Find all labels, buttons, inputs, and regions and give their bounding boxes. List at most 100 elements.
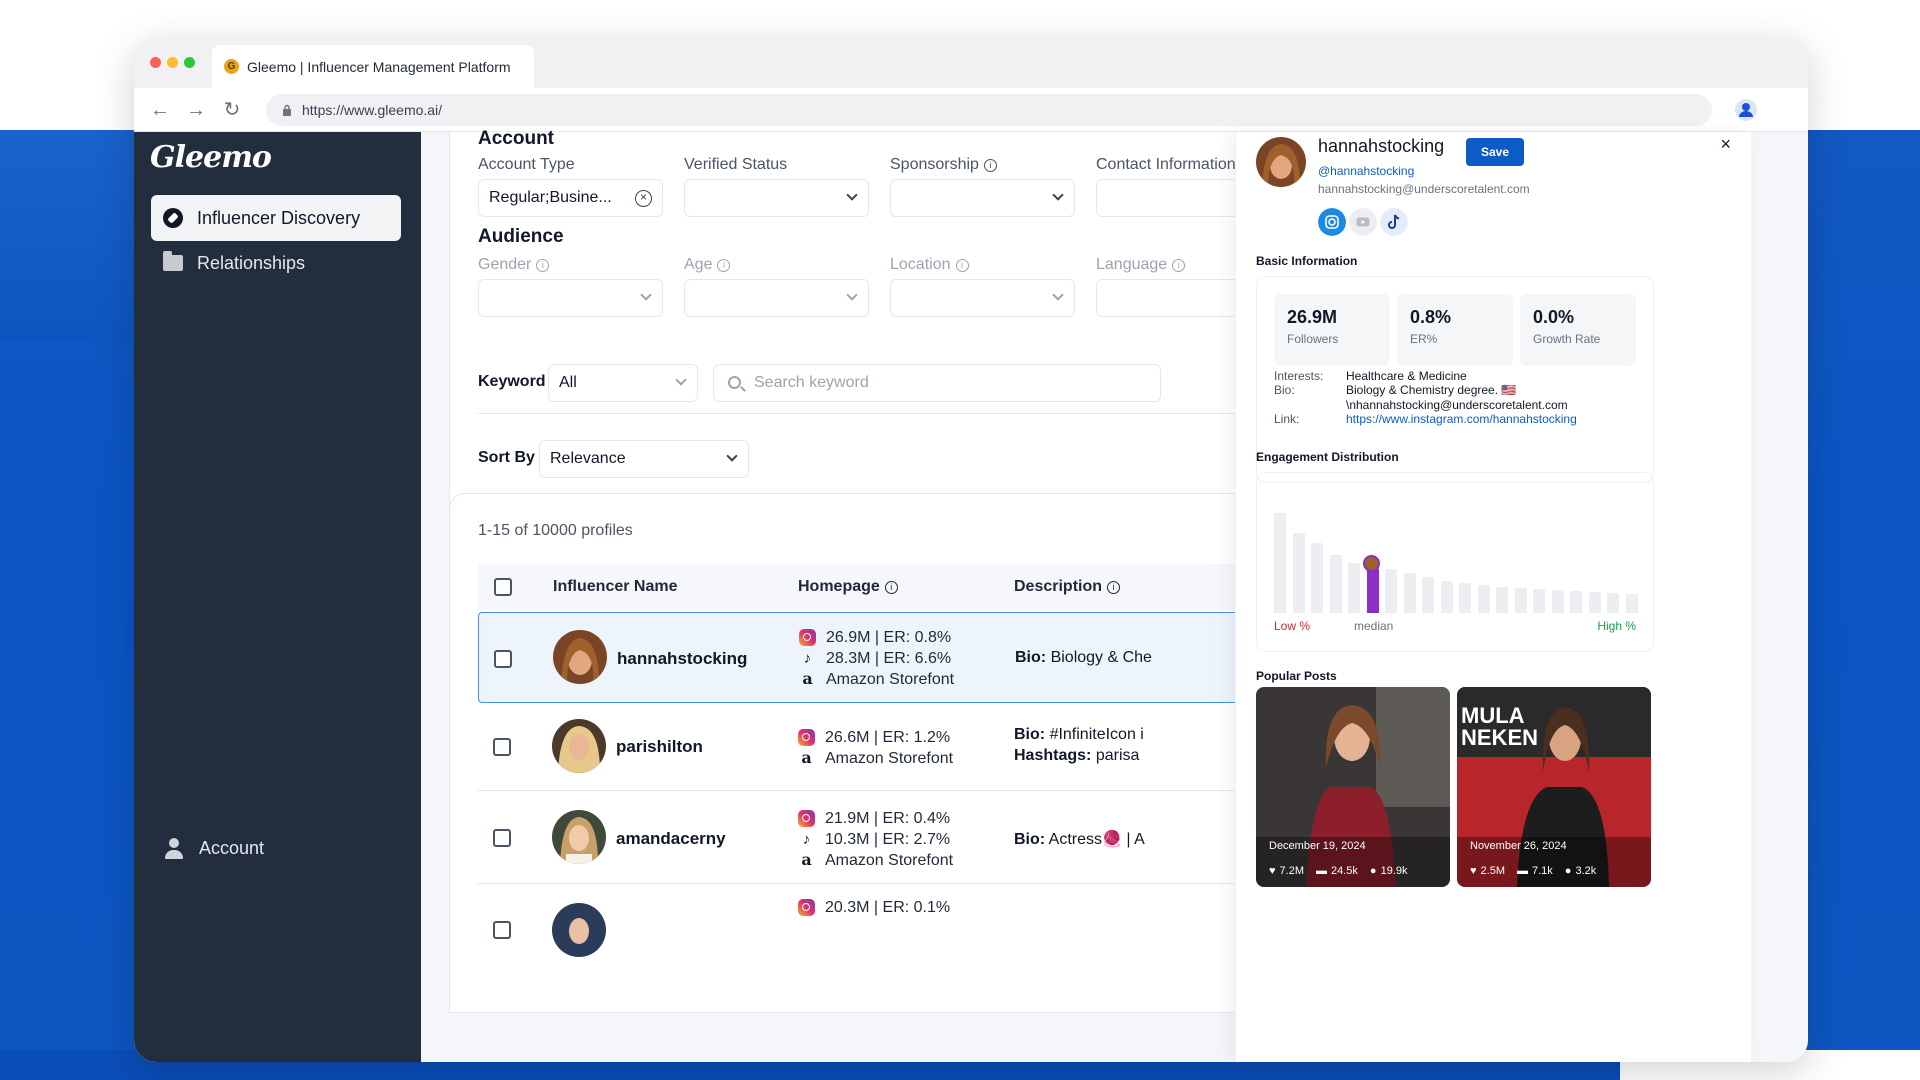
column-header-homepage[interactable]: Homepage i [798,578,898,596]
stat-er: 0.8% ER% [1397,294,1513,366]
sidebar-item-relationships[interactable]: Relationships [151,240,401,286]
search-icon [728,376,741,389]
chevron-down-icon [675,374,687,386]
minimize-window-button[interactable] [167,57,178,68]
instagram-icon[interactable] [798,810,815,827]
influencer-name[interactable]: amandacerny [616,829,726,849]
tiktok-icon[interactable] [1380,208,1408,236]
instagram-icon[interactable] [798,729,815,746]
sidebar-item-influencer-discovery[interactable]: Influencer Discovery [151,195,401,241]
browser-profile-icon[interactable] [1734,98,1758,122]
engagement-bar [1588,592,1601,613]
sponsorship-select[interactable] [890,179,1075,217]
row-description: Bio: #InfiniteIcon i [1014,726,1144,743]
browser-tab[interactable]: G Gleemo | Influencer Management Platfor… [212,45,534,88]
shares-stat: ● 19.9k [1369,865,1408,877]
info-icon[interactable]: i [717,258,731,272]
reload-icon[interactable]: ↻ [220,98,244,122]
row-checkbox[interactable] [494,650,512,668]
navigation-bar: ← → ↻ https://www.gleemo.ai/ [134,88,1808,132]
row-hashtags: Hashtags: parisa [1014,747,1140,764]
engagement-bar [1477,585,1490,613]
instagram-metric: 20.3M | ER: 0.1% [798,895,950,920]
post-date: November 26, 2024 [1470,840,1567,852]
table-row[interactable]: parishilton 26.6M | ER: 1.2% a Amazon Sto… [478,704,1350,791]
keyword-search-input[interactable]: Search keyword [713,364,1161,402]
engagement-bar [1459,583,1471,613]
sort-by-value: Relevance [550,450,626,467]
profile-handle[interactable]: @hannahstocking [1318,164,1414,178]
contact-information-label: Contact Informationi [1096,156,1254,174]
location-select[interactable] [890,279,1075,317]
shares-stat: ● 3.2k [1564,865,1597,877]
basic-information-title: Basic Information [1256,254,1358,268]
column-header-description[interactable]: Description i [1014,578,1121,596]
tiktok-icon[interactable]: ♪ [799,650,816,667]
select-all-checkbox[interactable] [494,578,512,596]
amazon-icon[interactable]: a [798,750,815,767]
instagram-icon[interactable] [798,899,815,916]
app-logo[interactable]: Gleemo [150,140,272,175]
tab-bar: G Gleemo | Influencer Management Platfor… [134,37,1808,88]
profile-link[interactable]: https://www.instagram.com/hannahstocking [1346,412,1577,426]
url-text: https://www.gleemo.ai/ [302,102,443,118]
maximize-window-button[interactable] [184,57,195,68]
median-label: median [1354,619,1394,633]
post-date: December 19, 2024 [1269,840,1366,852]
share-icon: ● [1369,865,1377,877]
keyword-scope-select[interactable]: All [548,364,698,402]
profile-username: hannahstocking [1318,136,1445,156]
amazon-icon[interactable]: a [798,852,815,869]
amazon-icon[interactable]: a [799,671,816,688]
influencer-name[interactable]: hannahstocking [617,649,747,669]
table-row[interactable]: 20.3M | ER: 0.1% [478,885,1350,957]
close-icon[interactable]: × [1720,134,1731,155]
results-count: 1-15 of 10000 profiles [478,522,633,539]
engagement-bar [1329,555,1342,613]
engagement-bar [1551,590,1564,613]
table-header: Influencer Name Homepage i Description i [478,564,1350,610]
tiktok-icon[interactable]: ♪ [798,831,815,848]
chevron-down-icon [1052,289,1064,301]
keyword-label: Keyword [478,373,546,390]
table-row[interactable]: hannahstocking 26.9M | ER: 0.8% ♪ 28.3M |… [478,612,1350,703]
save-button[interactable]: Save [1466,138,1524,166]
sidebar-item-label: Relationships [197,252,306,273]
age-select[interactable] [684,279,869,317]
info-icon[interactable]: i [1172,258,1186,272]
engagement-bar [1422,577,1434,613]
info-icon[interactable]: i [983,158,997,172]
info-icon[interactable]: i [884,580,898,594]
row-checkbox[interactable] [493,738,511,756]
post-image: MULA NEKEN [1457,687,1651,887]
row-description: Bio: Biology & Che [1015,649,1152,666]
youtube-icon[interactable] [1349,208,1377,236]
close-window-button[interactable] [150,57,161,68]
row-checkbox[interactable] [493,829,511,847]
sidebar-item-label: Influencer Discovery [197,207,361,228]
influencer-name[interactable]: parishilton [616,737,703,757]
account-type-select[interactable]: Regular;Busine... × [478,179,663,217]
avatar [553,630,607,684]
info-icon[interactable]: i [955,258,969,272]
popular-post[interactable]: MULA NEKEN November 26, 2024 ♥ 2.5M ▬ 7.1k… [1457,687,1651,887]
info-icon[interactable]: i [1107,580,1121,594]
row-checkbox[interactable] [493,921,511,939]
instagram-icon[interactable] [1318,208,1346,236]
avatar [552,903,606,957]
popular-post[interactable]: December 19, 2024 ♥ 7.2M ▬ 24.5k ● 19.9k [1256,687,1450,887]
sidebar-item-account[interactable]: Account [151,825,401,871]
column-header-name[interactable]: Influencer Name [553,578,677,596]
address-bar[interactable]: https://www.gleemo.ai/ [266,94,1712,126]
profile-avatar [1256,137,1306,187]
info-icon[interactable]: i [536,258,550,272]
back-arrow-icon[interactable]: ← [148,98,172,122]
clear-icon[interactable]: × [635,190,652,207]
gender-select[interactable] [478,279,663,317]
sort-by-select[interactable]: Relevance [539,440,749,478]
verified-status-select[interactable] [684,179,869,217]
forward-arrow-icon[interactable]: → [184,98,208,122]
instagram-icon[interactable] [799,629,816,646]
comments-stat: ▬ 24.5k [1316,865,1358,877]
table-row[interactable]: amandacerny 21.9M | ER: 0.4% ♪ 10.3M | ER… [478,792,1350,884]
